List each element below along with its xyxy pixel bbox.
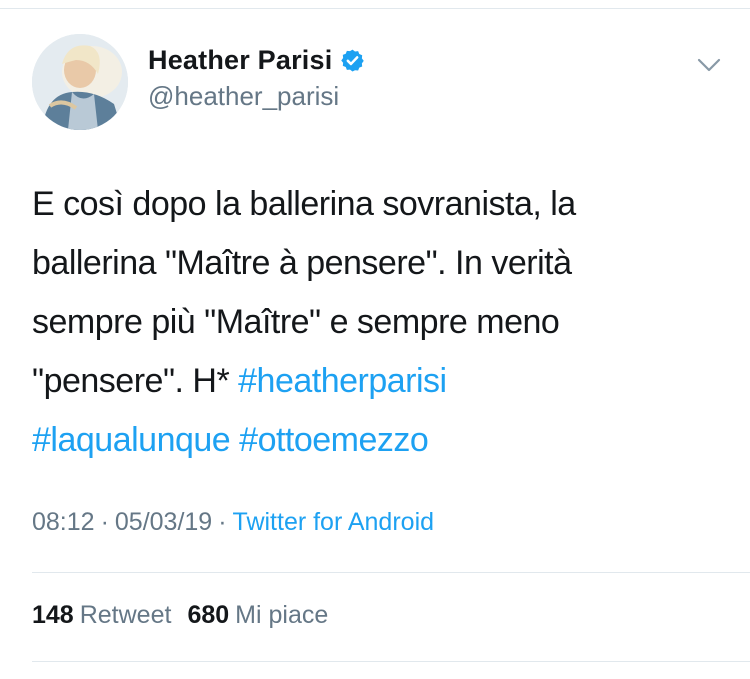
divider — [32, 572, 750, 573]
hashtag-link[interactable]: #ottoemezzo — [239, 421, 429, 459]
tweet-text: E così dopo la ballerina sovranista, la b… — [32, 175, 722, 470]
likes-label: Mi piace — [235, 601, 329, 629]
tweet-text-line: ballerina "Maître à pensere". In verità — [32, 234, 722, 293]
hashtag-link[interactable]: #laqualunque — [32, 421, 231, 459]
client-link[interactable]: Twitter for Android — [233, 508, 434, 536]
verified-badge-icon — [340, 48, 365, 73]
author-name-row[interactable]: Heather Parisi — [148, 42, 365, 78]
retweets-label: Retweet — [79, 601, 172, 629]
tweet-text-segment — [230, 421, 239, 459]
likes-count: 680 — [187, 601, 230, 629]
tweet-text-segment: ballerina "Maître à pensere". In verità — [32, 244, 572, 282]
likes-stat[interactable]: 680 Mi piace — [187, 601, 328, 629]
tweet-text-line: #laqualunque #ottoemezzo — [32, 411, 722, 470]
tweet-date: 05/03/19 — [114, 508, 213, 536]
separator: · — [218, 508, 227, 536]
user-handle[interactable]: @heather_parisi — [148, 81, 339, 112]
retweets-stat[interactable]: 148 Retweet — [32, 601, 171, 629]
tweet-text-segment: sempre più "Maître" e sempre meno — [32, 303, 560, 341]
top-divider — [0, 8, 750, 9]
hashtag-link[interactable]: #heatherparisi — [238, 362, 447, 400]
display-name[interactable]: Heather Parisi — [148, 45, 332, 76]
tweet-text-line: E così dopo la ballerina sovranista, la — [32, 175, 722, 234]
avatar-photo — [32, 34, 128, 130]
tweet-metadata: 08:12 · 05/03/19 · Twitter for Android — [32, 508, 434, 537]
tweet-stats: 148 Retweet 680 Mi piace — [32, 601, 328, 630]
tweet-time: 08:12 — [32, 508, 95, 536]
separator: · — [100, 508, 109, 536]
tweet-text-segment: "pensere". H* — [32, 362, 239, 400]
divider — [32, 661, 750, 662]
tweet-text-line: sempre più "Maître" e sempre meno — [32, 293, 722, 352]
tweet-text-segment: E così dopo la ballerina sovranista, la — [32, 185, 576, 223]
chevron-down-icon[interactable] — [694, 50, 724, 80]
retweets-count: 148 — [32, 601, 74, 629]
tweet-text-line: "pensere". H* #heatherparisi — [32, 352, 722, 411]
avatar[interactable] — [32, 34, 128, 130]
